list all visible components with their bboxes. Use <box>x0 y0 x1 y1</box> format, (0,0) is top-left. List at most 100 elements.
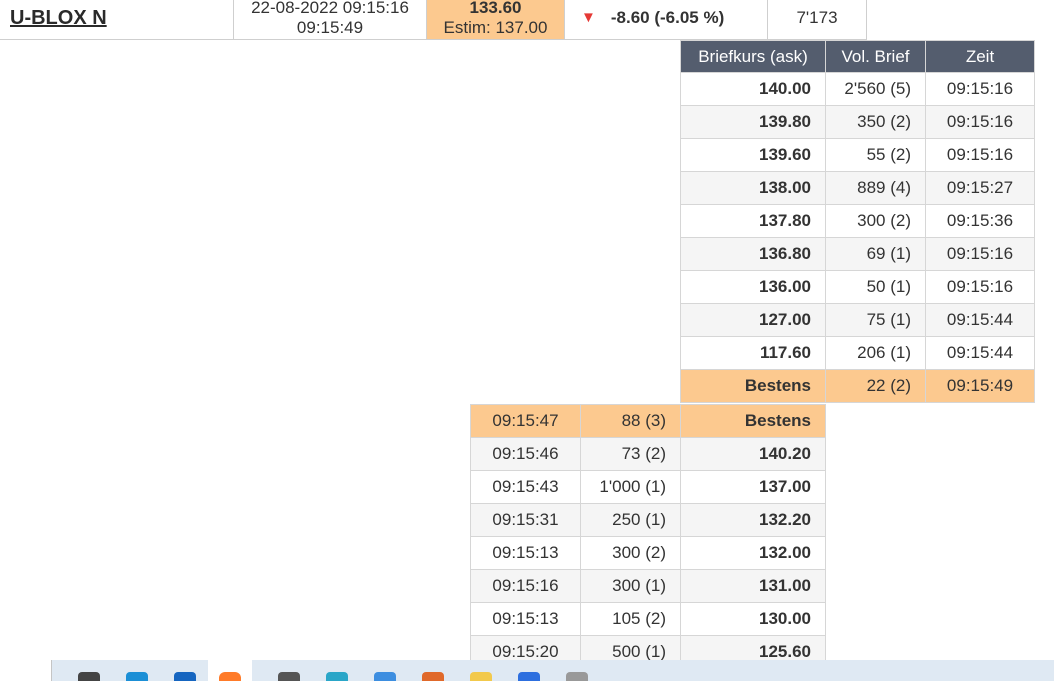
ask-time: 09:15:16 <box>925 237 1035 271</box>
taskbar-search[interactable] <box>0 660 52 681</box>
ask-volume: 69 (1) <box>825 237 926 271</box>
bid-row: 09:15:43 1'000 (1) 137.00 <box>470 470 826 504</box>
bid-time: 09:15:43 <box>470 470 581 504</box>
ask-price: 136.00 <box>680 270 826 304</box>
ask-row: Bestens 22 (2) 09:15:49 <box>680 369 1035 403</box>
ask-volume: 50 (1) <box>825 270 926 304</box>
bid-price: 130.00 <box>680 602 826 636</box>
dropbox-icon[interactable] <box>374 672 396 681</box>
volume-cell: 7'173 <box>768 0 867 39</box>
bid-time: 09:15:46 <box>470 437 581 471</box>
bid-row: 09:15:13 105 (2) 130.00 <box>470 602 826 636</box>
maps-icon[interactable] <box>518 672 540 681</box>
bid-price: 132.00 <box>680 536 826 570</box>
folder-icon[interactable] <box>470 672 492 681</box>
ask-price: 127.00 <box>680 303 826 337</box>
ask-time: 09:15:27 <box>925 171 1035 205</box>
ask-volume: 350 (2) <box>825 105 926 139</box>
ask-row: 137.80 300 (2) 09:15:36 <box>680 204 1035 238</box>
cloud-app-icon[interactable] <box>326 672 348 681</box>
ask-price: Bestens <box>680 369 826 403</box>
ask-volume-header: Vol. Brief <box>825 40 926 73</box>
last-price-cell: 133.60 Estim: 137.00 <box>427 0 565 39</box>
bid-volume: 1'000 (1) <box>580 470 681 504</box>
bid-row: 09:15:47 88 (3) Bestens <box>470 404 826 438</box>
ask-price: 117.60 <box>680 336 826 370</box>
ask-table: Briefkurs (ask) Vol. Brief Zeit 140.00 2'… <box>680 40 1035 403</box>
ask-row: 127.00 75 (1) 09:15:44 <box>680 303 1035 337</box>
ask-price: 136.80 <box>680 237 826 271</box>
ask-volume: 889 (4) <box>825 171 926 205</box>
volume: 7'173 <box>796 7 838 27</box>
ask-time: 09:15:36 <box>925 204 1035 238</box>
ask-time: 09:15:16 <box>925 72 1035 106</box>
bid-time: 09:15:31 <box>470 503 581 537</box>
bid-volume: 88 (3) <box>580 404 681 438</box>
stock-name[interactable]: U-BLOX N <box>10 8 107 28</box>
media-icon[interactable] <box>422 672 444 681</box>
page: U-BLOX N 22-08-2022 09:15:16 09:15:49 13… <box>0 0 1054 681</box>
ask-volume: 2'560 (5) <box>825 72 926 106</box>
price-change: -8.60 (-6.05 %) <box>610 7 725 27</box>
task-view-icon[interactable] <box>78 672 100 681</box>
store-icon[interactable] <box>174 672 196 681</box>
firefox-icon[interactable] <box>208 660 252 681</box>
ask-volume: 55 (2) <box>825 138 926 172</box>
ask-row: 139.60 55 (2) 09:15:16 <box>680 138 1035 172</box>
quote-datetime: 22-08-2022 09:15:16 <box>251 0 409 17</box>
ask-price: 139.60 <box>680 138 826 172</box>
bid-time: 09:15:13 <box>470 602 581 636</box>
ask-volume: 206 (1) <box>825 336 926 370</box>
bid-row: 09:15:13 300 (2) 132.00 <box>470 536 826 570</box>
bid-time: 09:15:47 <box>470 404 581 438</box>
bid-volume: 105 (2) <box>580 602 681 636</box>
down-arrow-icon: ▼ <box>581 8 596 26</box>
bid-time: 09:15:13 <box>470 536 581 570</box>
ask-volume: 300 (2) <box>825 204 926 238</box>
bid-row: 09:15:31 250 (1) 132.20 <box>470 503 826 537</box>
quote-time: 09:15:49 <box>296 17 364 37</box>
taskbar <box>0 660 1054 681</box>
ask-header-row: Briefkurs (ask) Vol. Brief Zeit <box>680 40 1035 73</box>
price-change-cell: ▼ -8.60 (-6.05 %) <box>565 0 768 39</box>
quote-timestamp: 22-08-2022 09:15:16 09:15:49 <box>234 0 427 39</box>
ask-time: 09:15:44 <box>925 303 1035 337</box>
bid-time: 09:15:16 <box>470 569 581 603</box>
bid-volume: 250 (1) <box>580 503 681 537</box>
ask-time: 09:15:16 <box>925 138 1035 172</box>
ask-row: 136.80 69 (1) 09:15:16 <box>680 237 1035 271</box>
ask-price: 139.80 <box>680 105 826 139</box>
ask-time-header: Zeit <box>925 40 1035 73</box>
bid-volume: 300 (1) <box>580 569 681 603</box>
bid-row: 09:15:16 300 (1) 131.00 <box>470 569 826 603</box>
app-icon[interactable] <box>278 672 300 681</box>
last-price: 133.60 <box>469 0 522 17</box>
ask-row: 117.60 206 (1) 09:15:44 <box>680 336 1035 370</box>
ask-price: 138.00 <box>680 171 826 205</box>
ask-price: 137.80 <box>680 204 826 238</box>
ask-row: 140.00 2'560 (5) 09:15:16 <box>680 72 1035 106</box>
stock-name-link[interactable]: U-BLOX N <box>0 0 234 39</box>
tool-icon[interactable] <box>566 672 588 681</box>
quote-header: U-BLOX N 22-08-2022 09:15:16 09:15:49 13… <box>0 0 867 40</box>
bid-row: 09:15:46 73 (2) 140.20 <box>470 437 826 471</box>
ask-volume: 22 (2) <box>825 369 926 403</box>
bid-volume: 73 (2) <box>580 437 681 471</box>
ask-row: 138.00 889 (4) 09:15:27 <box>680 171 1035 205</box>
bid-table: 09:15:47 88 (3) Bestens 09:15:46 73 (2) 140.2… <box>470 404 826 669</box>
ask-time: 09:15:16 <box>925 270 1035 304</box>
ask-price-header: Briefkurs (ask) <box>680 40 826 73</box>
ask-volume: 75 (1) <box>825 303 926 337</box>
edge-icon[interactable] <box>126 672 148 681</box>
bid-volume: 300 (2) <box>580 536 681 570</box>
ask-time: 09:15:49 <box>925 369 1035 403</box>
bid-price: 140.20 <box>680 437 826 471</box>
bid-price: 131.00 <box>680 569 826 603</box>
bid-price: Bestens <box>680 404 826 438</box>
ask-row: 136.00 50 (1) 09:15:16 <box>680 270 1035 304</box>
ask-price: 140.00 <box>680 72 826 106</box>
bid-price: 137.00 <box>680 470 826 504</box>
ask-time: 09:15:44 <box>925 336 1035 370</box>
estimated-price: Estim: 137.00 <box>443 17 548 37</box>
ask-time: 09:15:16 <box>925 105 1035 139</box>
